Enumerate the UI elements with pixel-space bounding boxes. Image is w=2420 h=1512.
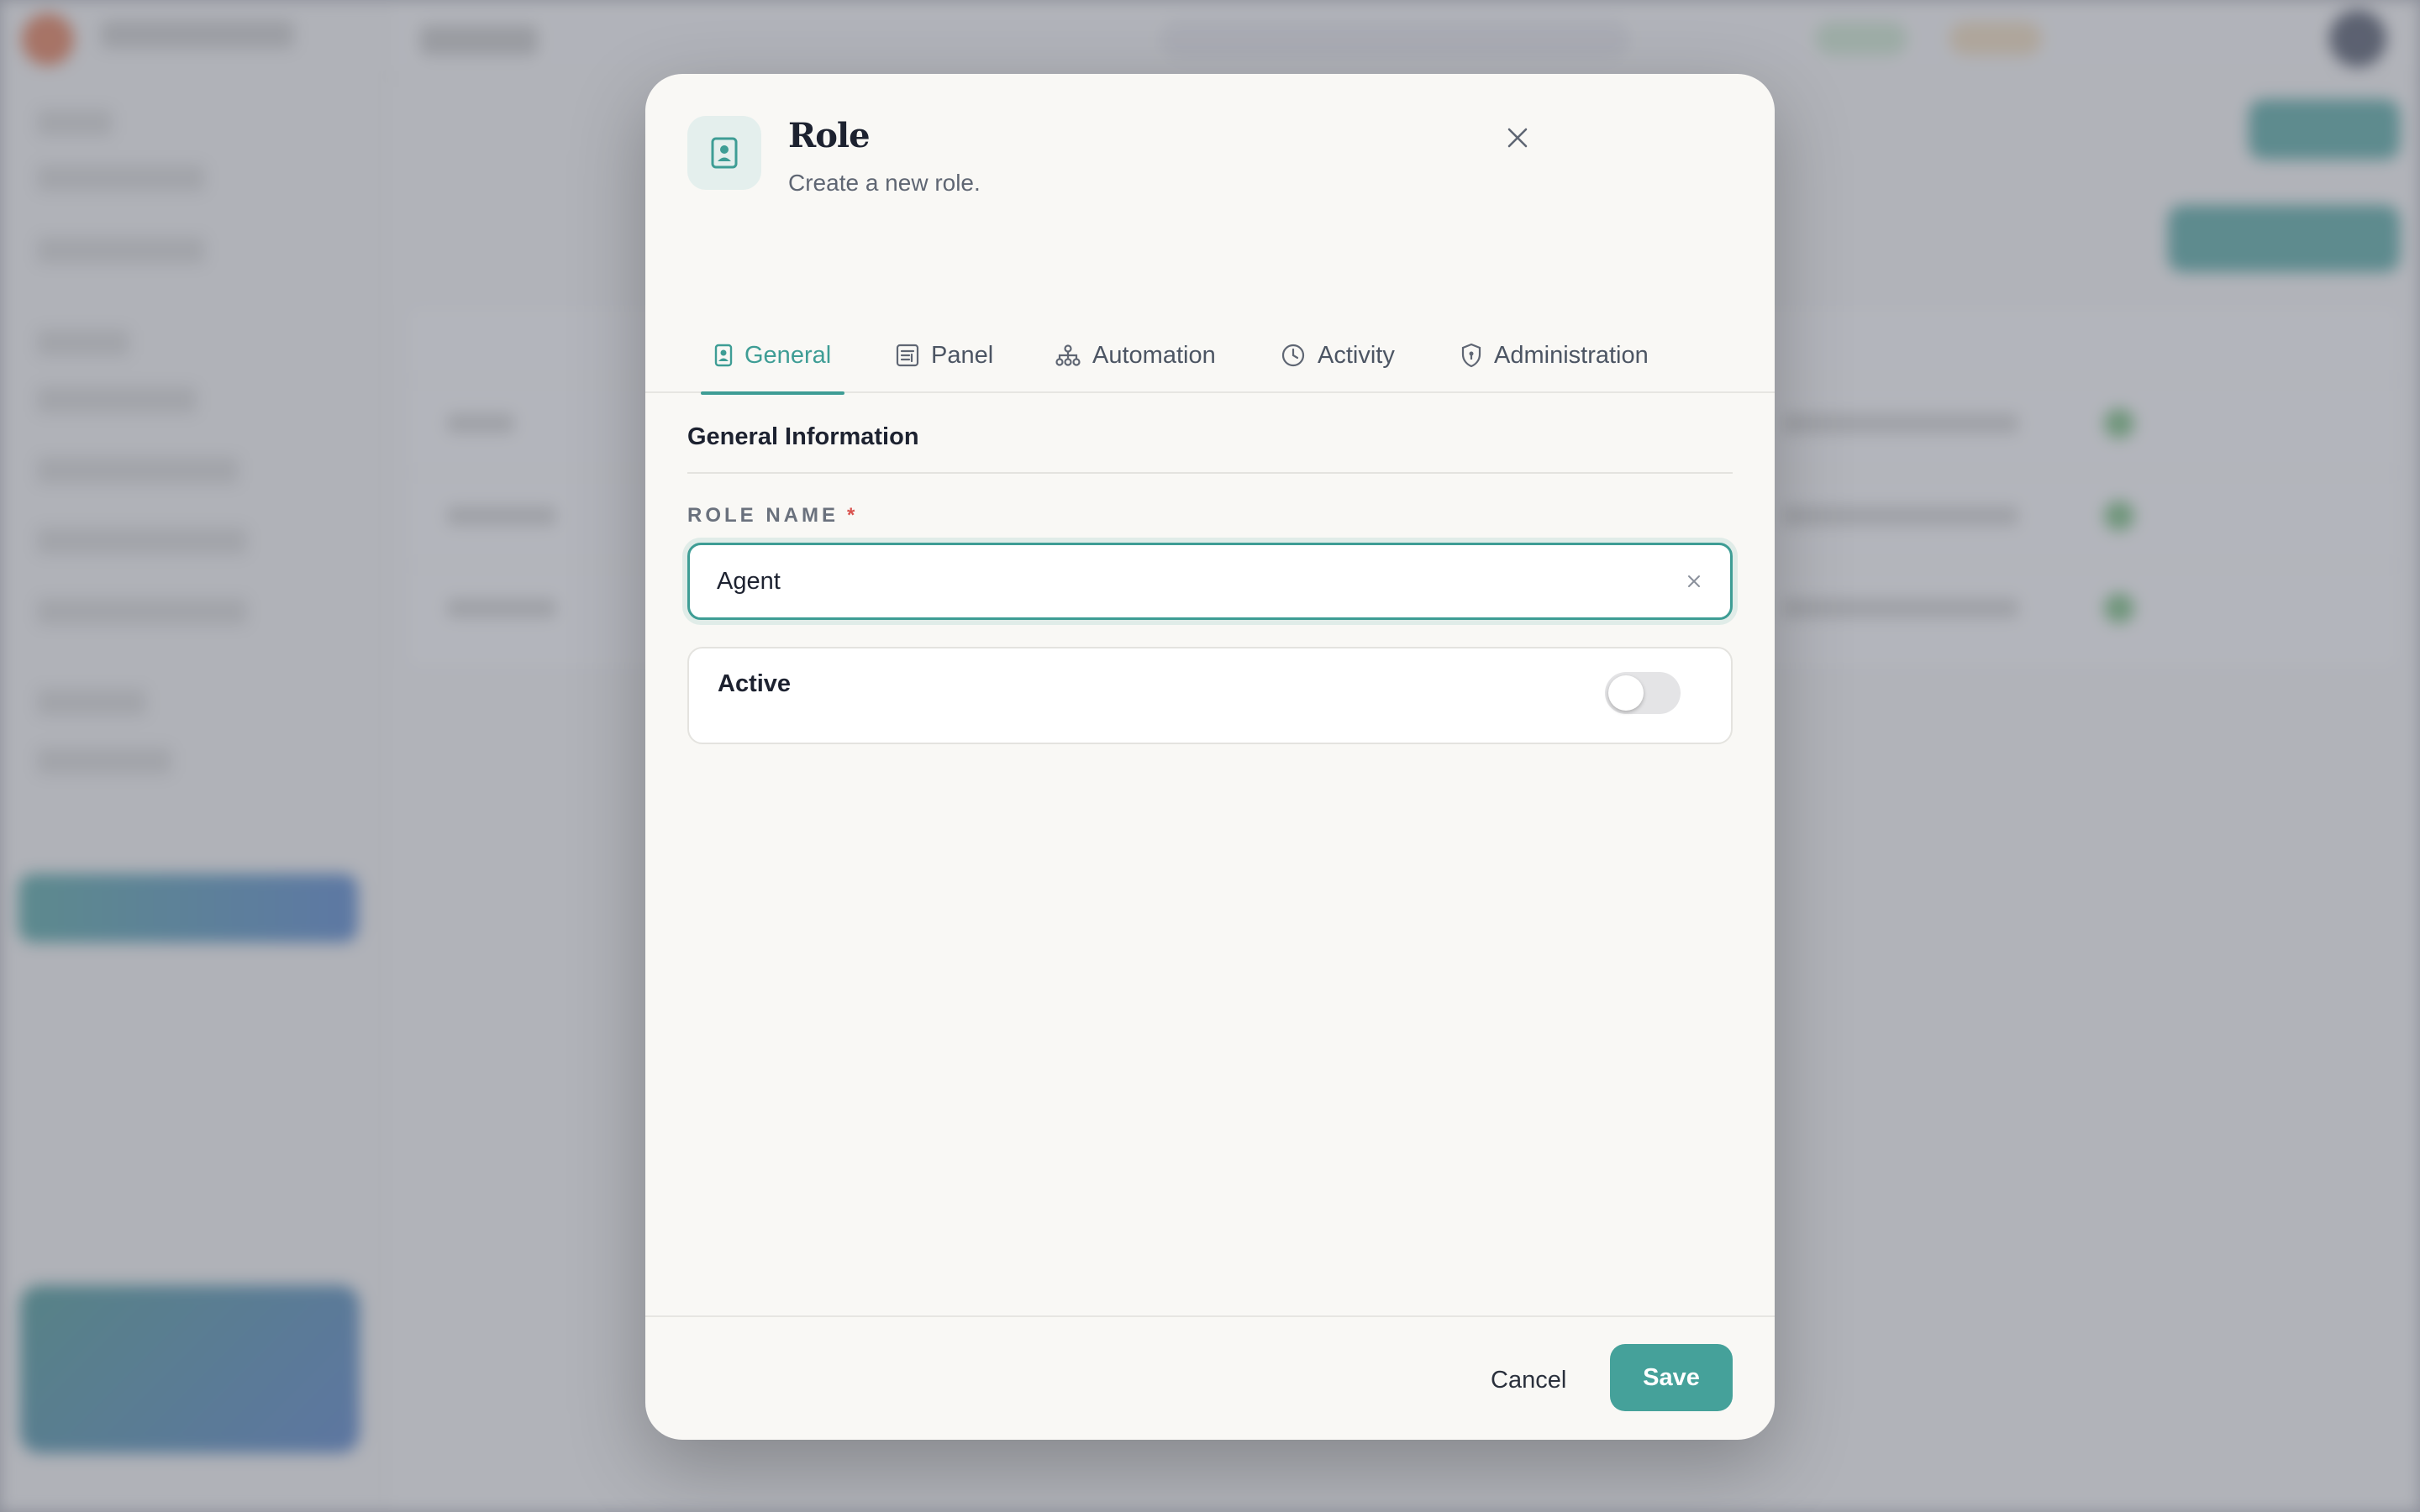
tab-general[interactable]: General [701, 318, 845, 395]
dialog-subtitle: Create a new role. [788, 170, 981, 196]
close-button[interactable] [1496, 116, 1539, 160]
id-badge-icon [687, 116, 761, 190]
tab-bar: General Panel Automation Activity Admini… [645, 318, 1775, 395]
tab-label: Administration [1494, 341, 1649, 369]
role-name-label: ROLE NAME * [687, 504, 859, 527]
cancel-button[interactable]: Cancel [1467, 1347, 1590, 1413]
active-setting-card: Active [687, 647, 1733, 744]
shield-icon [1461, 343, 1481, 368]
tab-label: General [744, 341, 832, 369]
panel-icon [896, 344, 919, 367]
required-mark: * [847, 504, 859, 527]
sitemap-icon [1055, 344, 1081, 366]
tab-activity[interactable]: Activity [1281, 318, 1395, 393]
dialog-footer: Cancel Save [645, 1315, 1775, 1440]
clear-input-button[interactable] [1680, 567, 1708, 596]
close-icon [1507, 128, 1528, 148]
role-name-input[interactable] [690, 545, 1656, 617]
tab-panel[interactable]: Panel [896, 318, 993, 393]
tab-automation[interactable]: Automation [1055, 318, 1216, 393]
dialog-title: Role [788, 116, 871, 155]
tab-label: Automation [1092, 341, 1216, 369]
save-button[interactable]: Save [1610, 1344, 1733, 1411]
section-title: General Information [687, 423, 919, 450]
role-name-field [687, 543, 1733, 620]
role-dialog: Role Create a new role. General Panel Au… [645, 74, 1775, 1440]
clock-icon [1281, 344, 1305, 367]
id-badge-icon [714, 344, 733, 367]
tab-label: Activity [1318, 341, 1395, 369]
toggle-knob [1608, 675, 1644, 711]
tab-administration[interactable]: Administration [1460, 318, 1649, 393]
section-divider [687, 472, 1733, 474]
active-toggle[interactable] [1605, 672, 1681, 714]
active-label: Active [718, 670, 792, 697]
close-icon [1688, 575, 1700, 587]
tab-label: Panel [931, 341, 994, 369]
